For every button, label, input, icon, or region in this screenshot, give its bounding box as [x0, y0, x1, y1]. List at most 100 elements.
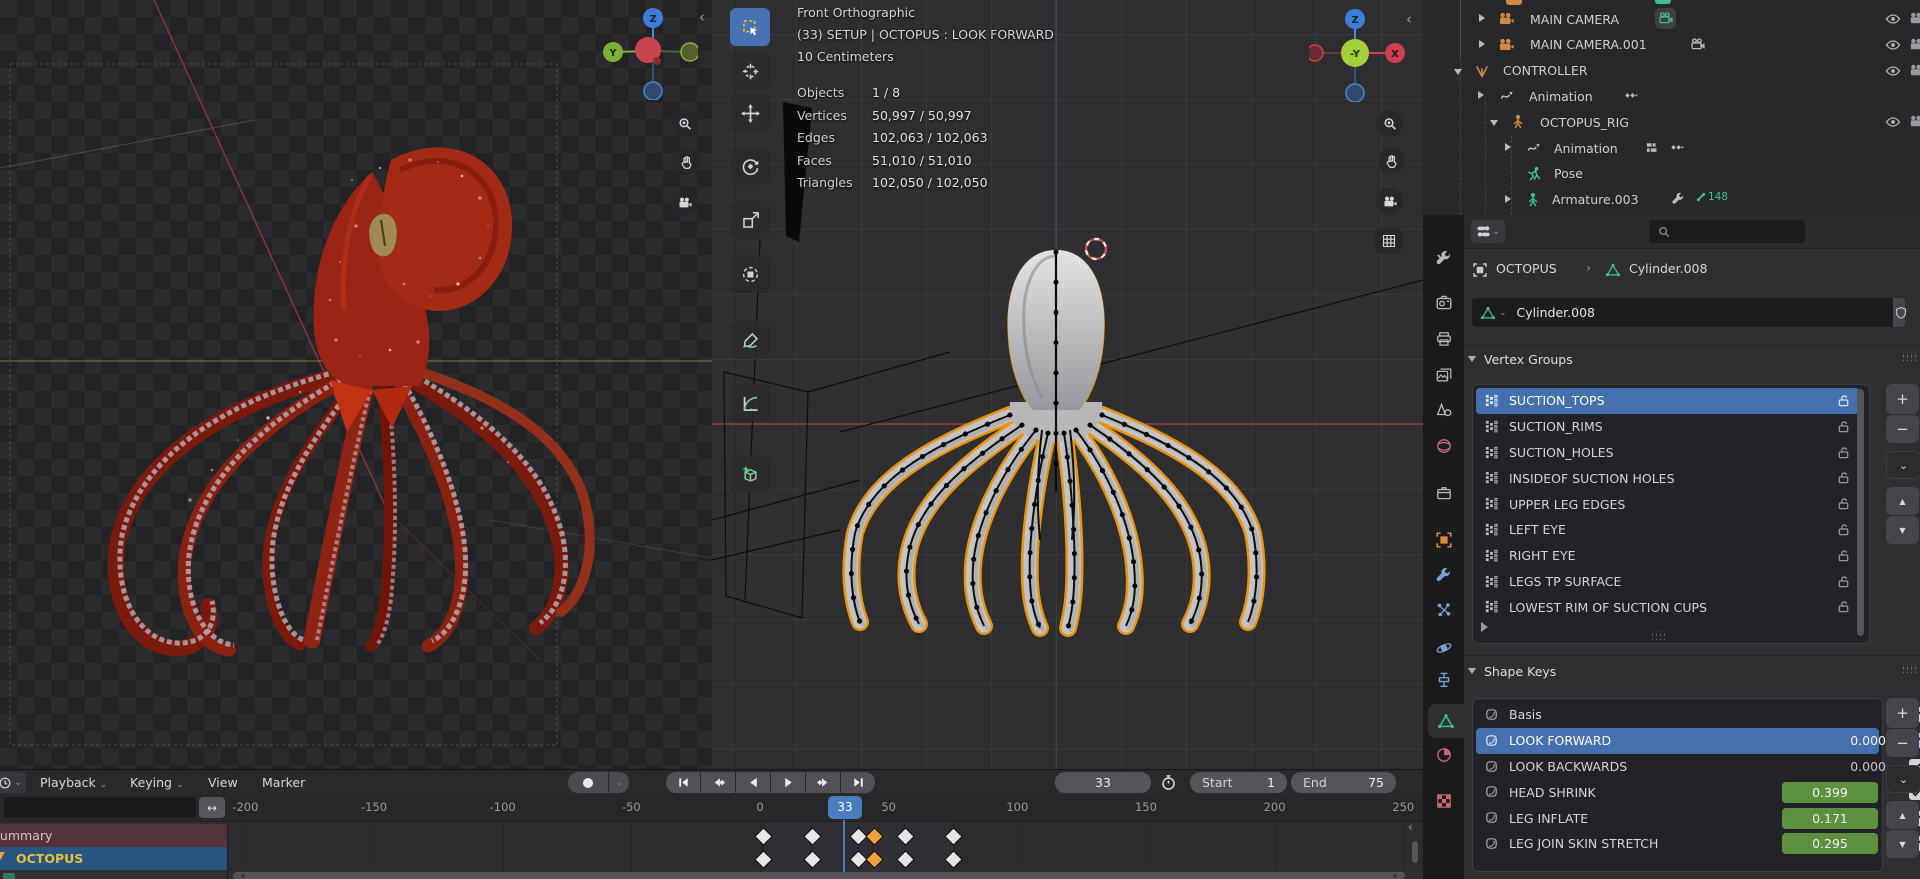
- menu-marker[interactable]: Marker: [262, 770, 305, 795]
- horizontal-scrollbar[interactable]: [233, 872, 1405, 879]
- gizmo-neg-z-axis[interactable]: [1345, 83, 1365, 102]
- sidebar-collapse-icon[interactable]: ‹: [1406, 10, 1412, 28]
- vertex-group-name[interactable]: SUCTION_HOLES: [1509, 445, 1614, 460]
- vertex-group-row[interactable]: SUCTION_TOPS: [1476, 388, 1859, 414]
- tab-object-data[interactable]: [1428, 704, 1464, 738]
- vertex-group-row[interactable]: RIGHT EYE: [1476, 543, 1859, 569]
- vertical-scrollbar[interactable]: [1412, 841, 1418, 863]
- viewport-render[interactable]: Z Y ‹: [0, 0, 713, 769]
- shape-key-value[interactable]: 0.000: [1776, 759, 1886, 774]
- vertex-group-row[interactable]: LOWEST RIM OF SUCTION CUPS: [1476, 594, 1859, 620]
- breadcrumb-object[interactable]: OCTOPUS: [1496, 261, 1557, 276]
- octopus-model[interactable]: [842, 249, 1266, 637]
- play-button[interactable]: [771, 772, 805, 793]
- expand-arrow-icon[interactable]: [1479, 39, 1485, 48]
- viewport-3d[interactable]: Front Orthographic (33) SETUP | OCTOPUS …: [712, 0, 1424, 769]
- transform-tool[interactable]: [730, 255, 770, 293]
- expand-arrow-icon[interactable]: [1478, 91, 1484, 100]
- rotate-tool[interactable]: [730, 147, 770, 185]
- annotate-tool[interactable]: [730, 321, 770, 359]
- vertex-group-name[interactable]: SUCTION_TOPS: [1509, 393, 1605, 408]
- keyframe-diamond[interactable]: [895, 850, 915, 869]
- lock-open-icon[interactable]: [1836, 419, 1851, 434]
- tab-constraints[interactable]: [1423, 663, 1464, 697]
- shape-key-move-up-button[interactable]: ▲: [1886, 801, 1919, 829]
- active-camera-badge[interactable]: [1655, 8, 1676, 29]
- shape-key-name[interactable]: LEG INFLATE: [1509, 811, 1588, 826]
- keyframe-diamond[interactable]: [803, 827, 822, 846]
- camera-view-icon[interactable]: [671, 189, 698, 216]
- cursor-tool[interactable]: [730, 52, 770, 90]
- shape-keys-panel-header[interactable]: Shape Keys: [1468, 662, 1556, 680]
- tab-material[interactable]: [1423, 738, 1464, 772]
- vertex-group-add-button[interactable]: +: [1886, 384, 1919, 414]
- shape-key-name[interactable]: LOOK FORWARD: [1509, 733, 1611, 748]
- vertex-group-move-up-button[interactable]: ▲: [1886, 487, 1919, 515]
- lock-open-icon[interactable]: [1836, 548, 1851, 563]
- editor-type-button[interactable]: ⌄: [1471, 220, 1505, 243]
- vertex-group-remove-button[interactable]: −: [1886, 415, 1919, 443]
- shape-key-value-slider[interactable]: 0.171: [1782, 807, 1878, 829]
- channel-summary[interactable]: Summary: [0, 824, 227, 847]
- vertex-group-row[interactable]: SUCTION_RIMS: [1476, 414, 1859, 440]
- playhead-line[interactable]: [843, 820, 845, 873]
- shape-key-name[interactable]: LOOK BACKWARDS: [1509, 759, 1627, 774]
- lock-open-icon[interactable]: [1836, 574, 1851, 589]
- next-keyframe-button[interactable]: [806, 772, 840, 793]
- outliner-item-label[interactable]: CONTROLLER: [1503, 63, 1588, 78]
- eye-icon[interactable]: [1885, 37, 1901, 53]
- camera-view-icon[interactable]: [1376, 188, 1403, 215]
- lock-open-icon[interactable]: [1836, 599, 1851, 614]
- shape-key-name[interactable]: Basis: [1509, 707, 1542, 722]
- outliner-row-main-camera[interactable]: MAIN CAMERA: [1423, 6, 1920, 32]
- menu-playback[interactable]: Playback ⌄: [40, 770, 107, 795]
- lock-open-icon[interactable]: [1836, 496, 1851, 511]
- tab-particles[interactable]: [1423, 593, 1464, 627]
- jump-start-button[interactable]: [666, 772, 700, 793]
- gizmo-neg-x-axis[interactable]: [1309, 44, 1324, 62]
- outliner-item-label[interactable]: Pose: [1554, 166, 1583, 181]
- vertex-group-row[interactable]: LEGS TP SURFACE: [1476, 569, 1859, 595]
- shape-key-add-button[interactable]: +: [1886, 698, 1919, 728]
- gizmo-neg-x-axis[interactable]: [653, 57, 661, 65]
- render-visibility-icon[interactable]: [1909, 63, 1920, 78]
- vertex-group-name[interactable]: RIGHT EYE: [1509, 548, 1576, 563]
- vertex-group-move-down-button[interactable]: ▼: [1886, 516, 1919, 544]
- render-visibility-icon[interactable]: [1909, 37, 1920, 52]
- outliner-row-octopus-rig[interactable]: OCTOPUS_RIG: [1423, 109, 1920, 135]
- datablock-name-field[interactable]: ⌄ Cylinder.008: [1472, 298, 1906, 327]
- eye-icon[interactable]: [1885, 11, 1901, 27]
- eye-icon[interactable]: [1885, 114, 1901, 130]
- render-visibility-icon[interactable]: [1909, 11, 1920, 26]
- outliner-item-label[interactable]: Animation: [1554, 141, 1618, 156]
- select-box-tool[interactable]: [730, 8, 770, 46]
- outliner-row-armature-003[interactable]: Armature.003 148: [1423, 187, 1920, 213]
- keyframe-diamond-selected[interactable]: [865, 827, 884, 846]
- expand-arrow-icon[interactable]: [1505, 143, 1511, 151]
- shape-key-name[interactable]: LEG JOIN SKIN STRETCH: [1509, 836, 1658, 851]
- vertex-group-row[interactable]: LEFT EYE: [1476, 517, 1859, 543]
- search-input[interactable]: [1649, 220, 1805, 243]
- gizmo-neg-y-axis[interactable]: [680, 42, 698, 62]
- timeline-key-area[interactable]: Summary OCTOPUS: [0, 821, 1423, 879]
- play-reverse-button[interactable]: [736, 772, 770, 793]
- menu-keying[interactable]: Keying ⌄: [130, 770, 184, 795]
- shape-key-name[interactable]: HEAD SHRINK: [1509, 785, 1596, 800]
- shape-key-value[interactable]: 0.000: [1776, 733, 1886, 748]
- tab-modifiers[interactable]: [1423, 559, 1464, 593]
- vertex-group-name[interactable]: INSIDEOF SUCTION HOLES: [1509, 471, 1675, 486]
- expand-arrow-icon[interactable]: [1479, 14, 1485, 22]
- sidebar-collapse-icon[interactable]: ‹: [699, 8, 705, 26]
- view-gizmo[interactable]: Z X -Y: [1309, 6, 1405, 102]
- frame-end-field[interactable]: End 75: [1291, 772, 1396, 793]
- expand-arrow-icon[interactable]: [1505, 194, 1511, 203]
- tab-scene[interactable]: [1423, 393, 1464, 427]
- jump-end-button[interactable]: [841, 772, 875, 793]
- shape-key-remove-button[interactable]: −: [1886, 729, 1919, 757]
- breadcrumb-data[interactable]: Cylinder.008: [1629, 261, 1707, 276]
- keyframe-diamond[interactable]: [895, 827, 915, 846]
- render-visibility-icon[interactable]: [1909, 114, 1920, 129]
- tab-output[interactable]: [1423, 322, 1464, 356]
- outliner-row-animation[interactable]: Animation: [1423, 135, 1920, 161]
- channel-octopus[interactable]: OCTOPUS: [0, 847, 227, 870]
